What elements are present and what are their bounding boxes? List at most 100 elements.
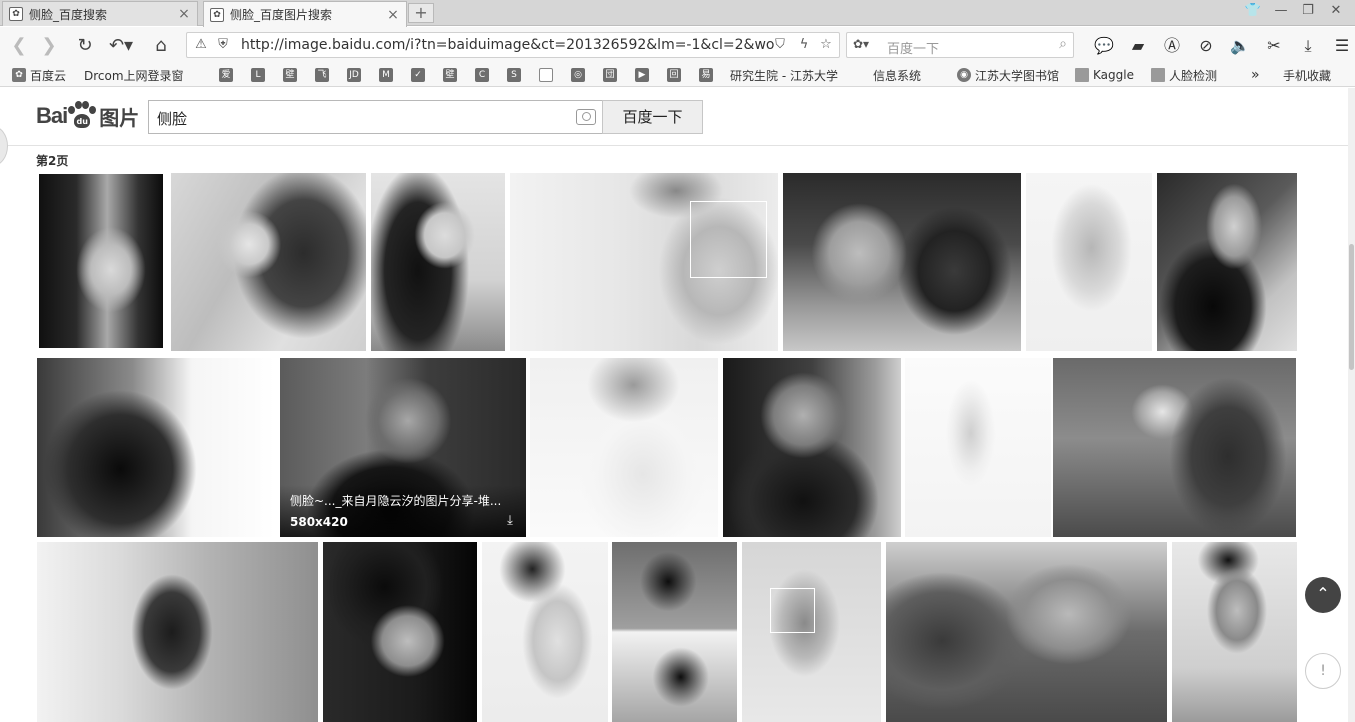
page-content: Bai du 图片 侧脸 百度一下 第2页 侧脸~..._来自月隐云汐的图片分享…: [0, 88, 1355, 722]
site-icon[interactable]: L: [251, 68, 265, 82]
notes-icon[interactable]: ▰: [1127, 35, 1149, 57]
image-thumbnail-hovered[interactable]: 侧脸~..._来自月隐云汐的图片分享-堆... 580x420 ⤓: [280, 358, 526, 537]
hover-size: 580x420: [290, 515, 348, 529]
camera-icon[interactable]: [576, 109, 596, 125]
search-icon[interactable]: ⌕: [1059, 36, 1067, 52]
search-engine-box[interactable]: ✿▾ 百度一下 ⌕: [846, 32, 1074, 58]
bookmark-face-detect[interactable]: 人脸检测: [1151, 66, 1217, 84]
scrollbar-thumb[interactable]: [1349, 244, 1354, 370]
account-icon[interactable]: Ⓐ: [1161, 35, 1183, 57]
back-to-top-button[interactable]: ⌃: [1305, 577, 1341, 613]
logo-du: du: [74, 114, 91, 128]
tab-title: 侧脸_百度搜索: [29, 7, 108, 22]
image-thumbnail[interactable]: [723, 358, 901, 537]
url-text: http://image.baidu.com/i?tn=baiduimage&c…: [241, 37, 775, 53]
bookmark-baiduyun[interactable]: ✿ 百度云: [12, 66, 66, 84]
bookmark-info-system[interactable]: 信息系统: [873, 66, 921, 168]
compass-icon[interactable]: ⊘: [1195, 35, 1217, 57]
image-thumbnail[interactable]: [171, 173, 366, 351]
bookmark-label: Kaggle: [1093, 68, 1134, 82]
search-input[interactable]: 侧脸: [148, 100, 603, 134]
search-button[interactable]: 百度一下: [602, 100, 703, 134]
site-icon[interactable]: 易: [699, 68, 713, 82]
scissors-icon[interactable]: ✂: [1263, 35, 1285, 57]
site-icon[interactable]: ✓: [411, 68, 425, 82]
feedback-button[interactable]: !: [1305, 653, 1341, 689]
side-toggle[interactable]: [0, 126, 8, 166]
close-window-button[interactable]: ✕: [1326, 3, 1346, 18]
site-icon[interactable]: ▶: [635, 68, 649, 82]
tab-baidu-search[interactable]: ✿ 侧脸_百度搜索 ×: [2, 1, 198, 26]
image-thumbnail[interactable]: [886, 542, 1167, 722]
bookmark-label: Drcom上网登录窗: [84, 68, 184, 83]
bookmark-library[interactable]: ◉ 江苏大学图书馆: [957, 66, 1059, 84]
bookmark-grad-school[interactable]: 研究生院 - 江苏大学: [730, 66, 838, 168]
face-detect-box: [690, 201, 767, 278]
face-detect-box: [770, 588, 815, 633]
skin-icon[interactable]: 👕: [1243, 3, 1263, 18]
page-icon[interactable]: [539, 68, 553, 82]
baidu-paw-icon: ✿: [9, 7, 23, 21]
site-icon[interactable]: 回: [667, 68, 681, 82]
site-icon[interactable]: C: [475, 68, 489, 82]
site-icon[interactable]: M: [379, 68, 393, 82]
bookmarks-bar: ✿ 百度云 Drcom上网登录窗 爱 L 壁 飞 JD M ✓ 壁 C S ◎ 団…: [0, 63, 1355, 168]
image-thumbnail[interactable]: [1053, 358, 1296, 537]
site-icon[interactable]: 壁: [443, 68, 457, 82]
forward-icon[interactable]: ❯: [38, 35, 60, 57]
image-thumbnail[interactable]: [510, 173, 778, 351]
site-icon[interactable]: JD: [347, 68, 361, 82]
site-icon[interactable]: ◎: [571, 68, 585, 82]
image-thumbnail[interactable]: [742, 542, 881, 722]
image-thumbnail[interactable]: [1172, 542, 1297, 722]
image-thumbnail[interactable]: [1026, 173, 1152, 351]
close-icon[interactable]: ×: [177, 6, 191, 22]
bookmark-kaggle[interactable]: Kaggle: [1075, 66, 1134, 84]
chat-icon[interactable]: 💬: [1093, 35, 1115, 57]
search-query: 侧脸: [157, 110, 188, 128]
bookmark-mobile[interactable]: 手机收藏: [1283, 66, 1331, 168]
image-thumbnail[interactable]: [323, 542, 477, 722]
address-bar[interactable]: ⚠ ⛨ http://image.baidu.com/i?tn=baiduima…: [186, 32, 840, 58]
image-thumbnail[interactable]: [37, 542, 318, 722]
restore-button[interactable]: ❐: [1298, 3, 1318, 18]
undo-close-icon[interactable]: ↶▾: [106, 35, 136, 57]
home-icon[interactable]: ⌂: [150, 35, 172, 57]
tab-strip: ✿ 侧脸_百度搜索 × ✿ 侧脸_百度图片搜索 × + 👕 — ❐ ✕: [0, 0, 1355, 27]
image-thumbnail[interactable]: [612, 542, 737, 722]
image-thumbnail[interactable]: [783, 173, 1021, 351]
tab-baidu-image-search[interactable]: ✿ 侧脸_百度图片搜索 ×: [203, 1, 407, 27]
download-icon[interactable]: ⤓: [1297, 35, 1319, 57]
image-thumbnail[interactable]: [37, 358, 275, 537]
image-thumbnail[interactable]: [530, 358, 718, 537]
site-icon[interactable]: S: [507, 68, 521, 82]
site-icon[interactable]: 壁: [283, 68, 297, 82]
image-thumbnail[interactable]: [482, 542, 608, 722]
menu-icon[interactable]: ☰: [1331, 35, 1353, 57]
site-icon[interactable]: 飞: [315, 68, 329, 82]
image-thumbnail[interactable]: [39, 174, 163, 348]
bookmark-label: 人脸检测: [1169, 68, 1218, 83]
site-icon[interactable]: 団: [603, 68, 617, 82]
reload-icon[interactable]: ↻: [74, 35, 96, 57]
speaker-icon[interactable]: 🔈: [1229, 35, 1251, 57]
search-header: Bai du 图片 侧脸 百度一下: [0, 88, 1348, 166]
bookmark-label: 百度云: [30, 68, 67, 83]
minimize-button[interactable]: —: [1271, 3, 1291, 18]
lightning-icon[interactable]: ϟ: [796, 37, 812, 53]
more-bookmarks-icon[interactable]: »: [1251, 66, 1260, 84]
new-tab-button[interactable]: +: [408, 3, 434, 23]
baidu-image-logo[interactable]: Bai du 图片: [36, 98, 139, 134]
vertical-scrollbar[interactable]: [1348, 88, 1355, 722]
close-icon[interactable]: ×: [386, 7, 400, 23]
image-thumbnail[interactable]: [905, 358, 1051, 537]
image-thumbnail[interactable]: [1157, 173, 1297, 351]
download-icon[interactable]: ⤓: [502, 513, 518, 529]
logo-text: Bai: [36, 103, 68, 128]
back-icon[interactable]: ❮: [8, 35, 30, 57]
adblock-icon[interactable]: ⛉: [772, 37, 788, 53]
star-icon[interactable]: ☆: [818, 37, 834, 53]
site-icon[interactable]: 爱: [219, 68, 233, 82]
bookmark-drcom[interactable]: Drcom上网登录窗: [84, 66, 184, 168]
image-thumbnail[interactable]: [371, 173, 505, 351]
